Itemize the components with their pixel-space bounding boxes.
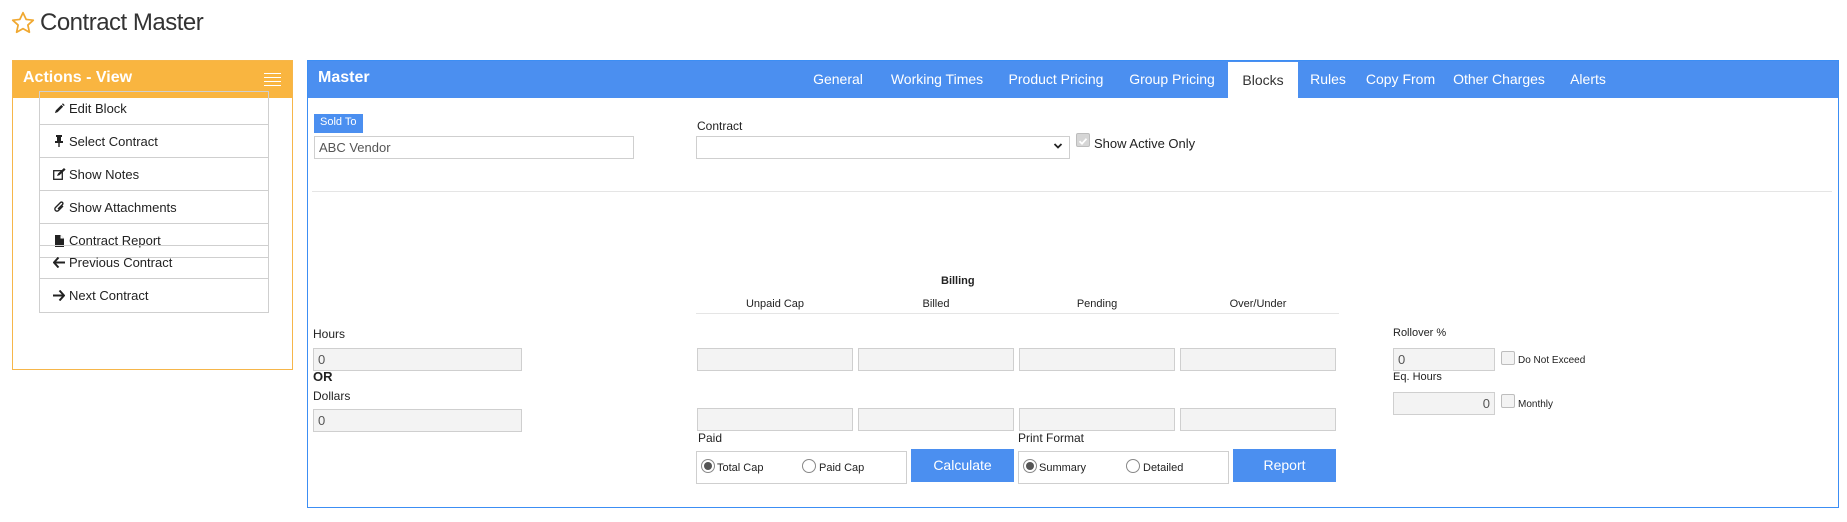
tab-working-times[interactable]: Working Times <box>880 61 994 98</box>
master-header: Master General Working Times Product Pri… <box>308 61 1838 98</box>
tab-blocks[interactable]: Blocks <box>1228 62 1298 98</box>
print-format-radio-group: Summary Detailed <box>1018 451 1229 484</box>
show-notes-button[interactable]: Show Notes <box>40 158 268 191</box>
tab-rules[interactable]: Rules <box>1300 61 1356 98</box>
master-title: Master <box>318 69 370 86</box>
report-button[interactable]: Report <box>1233 449 1336 482</box>
rollover-input[interactable] <box>1393 348 1495 371</box>
page-header: Contract Master <box>10 8 204 38</box>
checkmark-icon <box>1078 138 1088 146</box>
contract-select[interactable] <box>696 136 1070 159</box>
arrow-left-icon <box>52 255 66 269</box>
dollars-over-under-field[interactable] <box>1180 408 1336 431</box>
eq-hours-input[interactable] <box>1393 392 1495 415</box>
detailed-radio[interactable] <box>1126 459 1140 473</box>
calculate-button[interactable]: Calculate <box>911 449 1014 482</box>
edit-note-icon <box>52 167 66 181</box>
detailed-label: Detailed <box>1143 462 1184 474</box>
show-notes-label: Show Notes <box>69 166 140 182</box>
master-panel: Master General Working Times Product Pri… <box>307 60 1839 508</box>
hours-billed-field[interactable] <box>858 348 1014 371</box>
billing-col-over-under: Over/Under <box>1229 298 1287 310</box>
dollars-billed-field[interactable] <box>858 408 1014 431</box>
dollars-input[interactable] <box>313 409 522 432</box>
actions-title: Actions - View <box>23 69 133 86</box>
hours-input[interactable] <box>313 348 522 371</box>
paperclip-icon <box>52 200 66 214</box>
next-contract-label: Next Contract <box>69 288 149 303</box>
dollars-pending-field[interactable] <box>1019 408 1175 431</box>
sold-to-label: Sold To <box>314 114 363 133</box>
edit-block-button[interactable]: Edit Block <box>40 92 268 125</box>
tab-other-charges[interactable]: Other Charges <box>1445 61 1553 98</box>
next-contract-button[interactable]: Next Contract <box>40 279 268 312</box>
dollars-unpaid-cap-field[interactable] <box>697 408 853 431</box>
show-active-only-checkbox[interactable] <box>1076 133 1090 147</box>
arrow-right-icon <box>52 289 66 303</box>
show-attachments-button[interactable]: Show Attachments <box>40 191 268 224</box>
tab-group-pricing[interactable]: Group Pricing <box>1118 61 1226 98</box>
tab-alerts[interactable]: Alerts <box>1555 61 1621 98</box>
or-label: OR <box>313 369 333 384</box>
pencil-icon <box>52 101 66 115</box>
sold-to-input[interactable] <box>314 136 634 159</box>
tab-copy-from[interactable]: Copy From <box>1358 61 1443 98</box>
chevron-down-icon <box>1053 143 1063 149</box>
billing-col-billed: Billed <box>922 298 950 310</box>
total-cap-label: Total Cap <box>717 462 764 474</box>
paid-label: Paid <box>698 431 723 445</box>
show-active-only-label: Show Active Only <box>1094 136 1196 151</box>
billing-col-pending: Pending <box>1076 298 1118 310</box>
edit-block-label: Edit Block <box>69 100 127 116</box>
previous-contract-label: Previous Contract <box>69 254 173 270</box>
hours-over-under-field[interactable] <box>1180 348 1336 371</box>
hours-unpaid-cap-field[interactable] <box>697 348 853 371</box>
monthly-label: Monthly <box>1518 399 1554 410</box>
summary-label: Summary <box>1039 462 1087 474</box>
tab-general[interactable]: General <box>799 61 877 98</box>
actions-panel: Actions - View Edit Block Select Contrac… <box>12 60 293 370</box>
previous-contract-button[interactable]: Previous Contract <box>40 246 268 279</box>
monthly-checkbox[interactable] <box>1501 394 1515 408</box>
show-attachments-label: Show Attachments <box>69 199 177 215</box>
paid-cap-label: Paid Cap <box>819 462 865 474</box>
select-contract-label: Select Contract <box>69 133 158 149</box>
paid-radio-group: Total Cap Paid Cap <box>696 451 907 484</box>
hours-label: Hours <box>313 327 346 341</box>
paid-cap-radio[interactable] <box>802 459 816 473</box>
do-not-exceed-checkbox[interactable] <box>1501 351 1515 365</box>
section-divider <box>312 191 1832 192</box>
hours-pending-field[interactable] <box>1019 348 1175 371</box>
pin-icon <box>52 134 66 148</box>
billing-col-unpaid-cap: Unpaid Cap <box>745 298 805 310</box>
select-contract-button[interactable]: Select Contract <box>40 125 268 158</box>
contract-label: Contract <box>697 119 743 133</box>
rollover-label: Rollover % <box>1393 327 1447 339</box>
billing-title: Billing <box>941 275 975 287</box>
star-icon[interactable] <box>10 10 36 36</box>
do-not-exceed-label: Do Not Exceed <box>1518 355 1586 366</box>
eq-hours-label: Eq. Hours <box>1393 371 1442 383</box>
actions-group-navigation: Previous Contract Next Contract <box>39 245 269 313</box>
actions-group-primary: Edit Block Select Contract Show Notes Sh… <box>39 91 269 258</box>
billing-header-line <box>696 313 1339 314</box>
summary-radio[interactable] <box>1023 459 1037 473</box>
total-cap-radio[interactable] <box>701 459 715 473</box>
page-title: Contract Master <box>40 9 204 36</box>
tab-product-pricing[interactable]: Product Pricing <box>996 61 1116 98</box>
dollars-label: Dollars <box>313 389 351 403</box>
print-format-label: Print Format <box>1018 431 1085 445</box>
hamburger-menu-icon[interactable] <box>264 73 281 89</box>
